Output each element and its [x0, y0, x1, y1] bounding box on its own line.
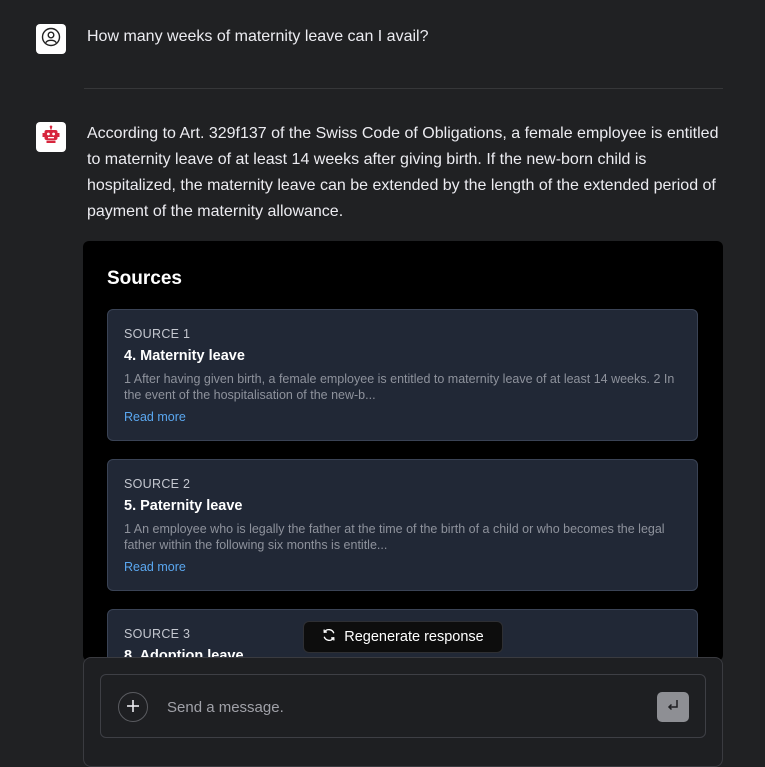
source-excerpt: 1 An employee who is legally the father …: [124, 522, 665, 552]
composer-area: [83, 657, 723, 767]
source-excerpt: 1 After having given birth, a female emp…: [124, 372, 675, 402]
assistant-avatar: [36, 122, 66, 152]
source-label: SOURCE 2: [124, 477, 191, 491]
read-more-link[interactable]: Read more: [124, 410, 186, 424]
regenerate-button[interactable]: Regenerate response: [303, 621, 503, 653]
sources-title: Sources: [107, 268, 182, 289]
send-button[interactable]: [657, 692, 689, 722]
message-input[interactable]: [165, 695, 639, 719]
message-composer: [100, 674, 706, 738]
robot-icon: [41, 125, 61, 150]
source-label: SOURCE 3: [124, 627, 191, 641]
plus-icon: [126, 696, 140, 719]
refresh-icon: [322, 628, 336, 646]
source-card: SOURCE 2 5. Paternity leave 1 An employe…: [107, 459, 698, 591]
source-label: SOURCE 1: [124, 327, 191, 341]
source-card: SOURCE 1 4. Maternity leave 1 After havi…: [107, 309, 698, 441]
sources-panel: Sources SOURCE 1 4. Maternity leave 1 Af…: [83, 241, 723, 661]
regenerate-label: Regenerate response: [344, 629, 484, 645]
enter-return-icon: [666, 698, 680, 717]
read-more-link[interactable]: Read more: [124, 560, 186, 574]
user-avatar: [36, 24, 66, 54]
attach-button[interactable]: [118, 692, 148, 722]
source-title: 4. Maternity leave: [124, 348, 245, 364]
source-title: 5. Paternity leave: [124, 498, 243, 514]
message-divider: [84, 88, 723, 89]
user-circle-icon: [41, 27, 61, 52]
assistant-message: According to Art. 329f137 of the Swiss C…: [87, 125, 719, 220]
user-message: How many weeks of maternity leave can I …: [87, 28, 429, 45]
